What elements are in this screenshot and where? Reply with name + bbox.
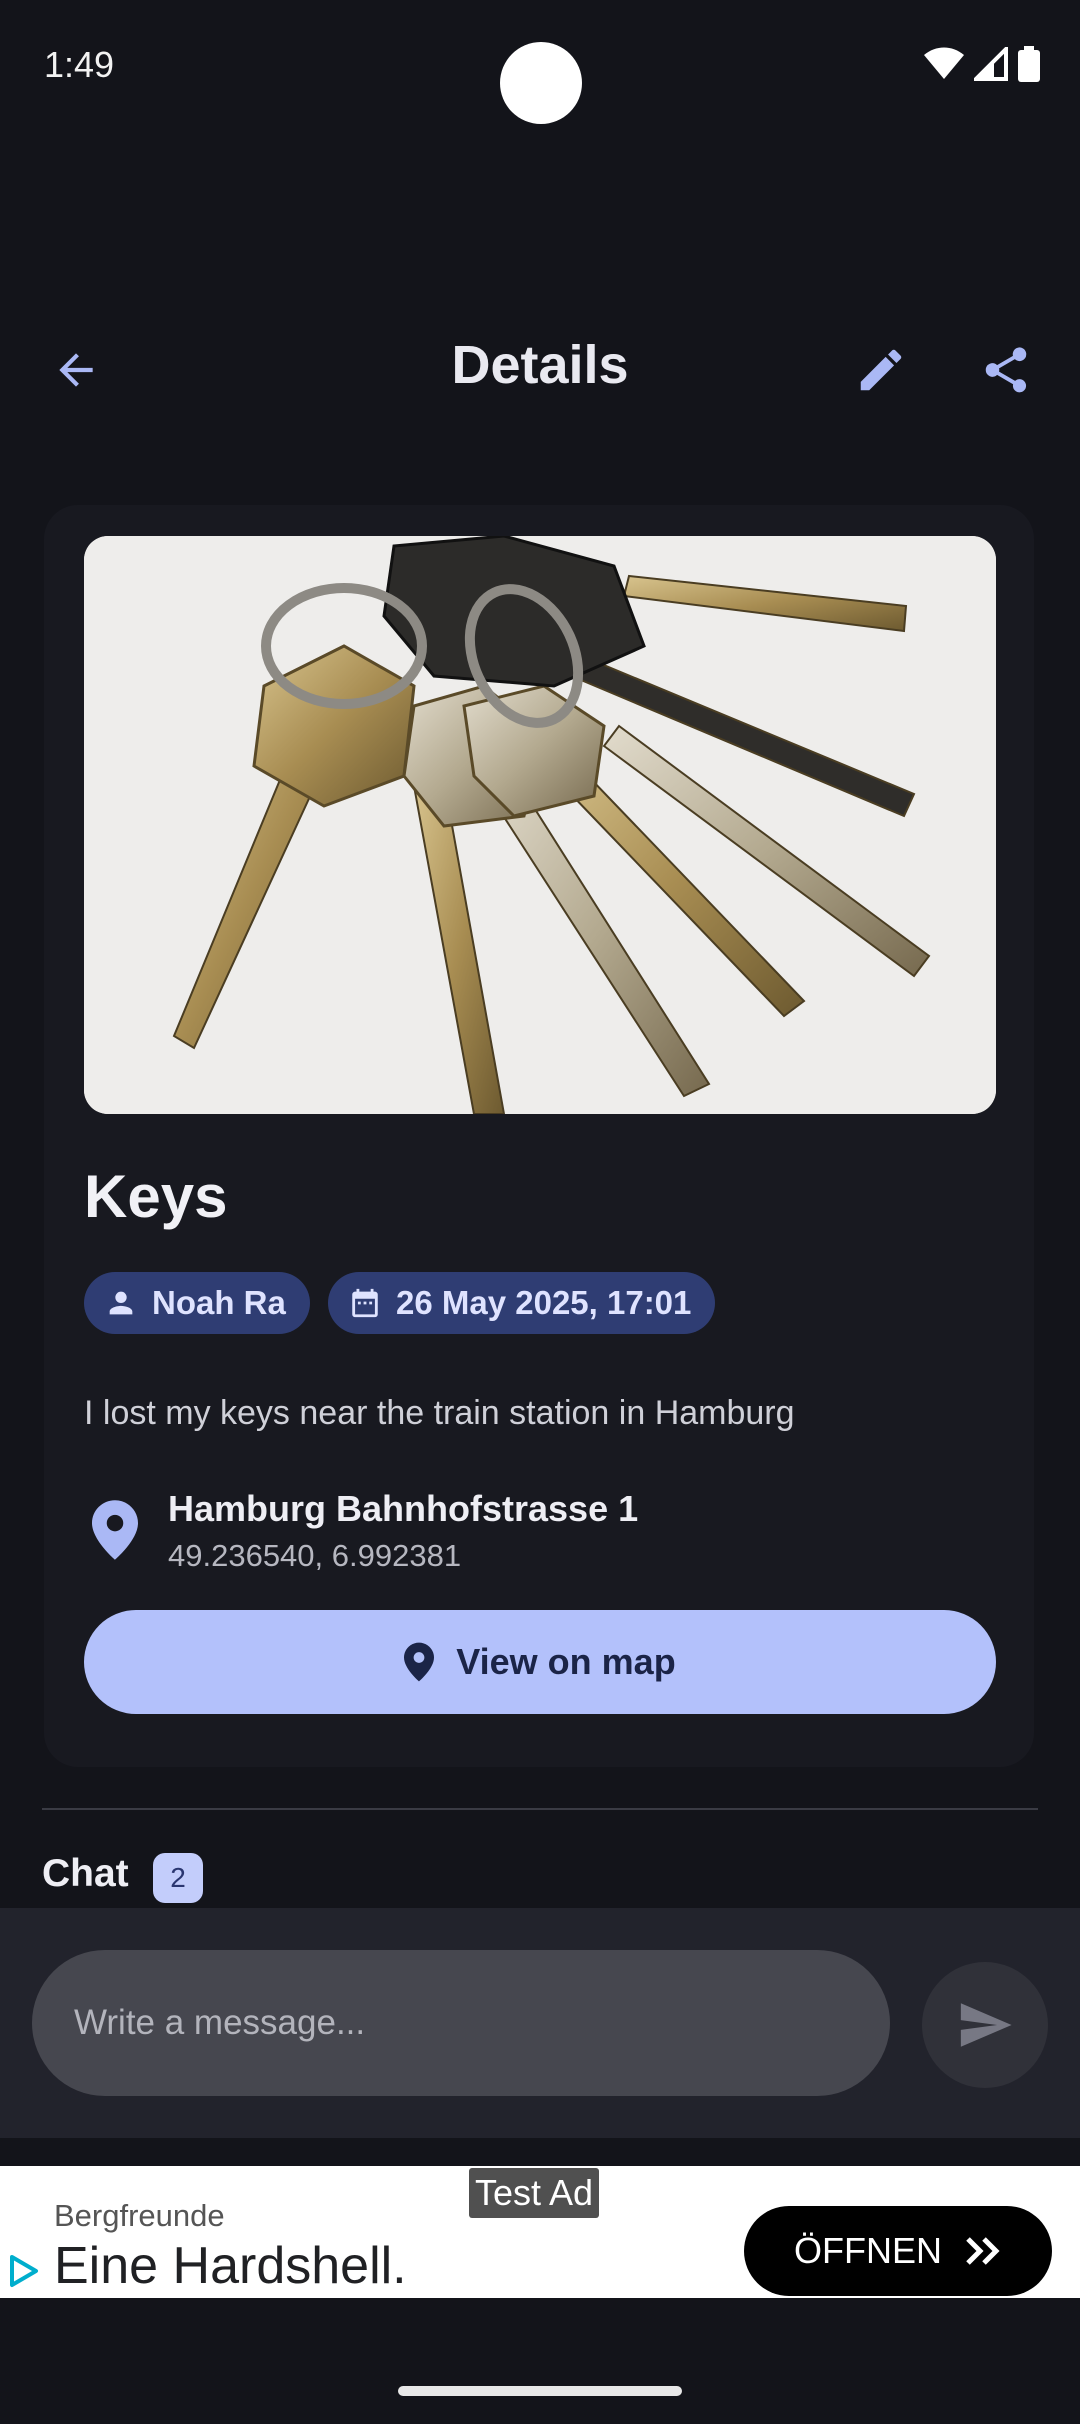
ad-open-button[interactable]: ÖFFNEN [744,2206,1052,2296]
share-icon [985,347,1027,393]
view-on-map-label: View on map [456,1641,676,1682]
send-button[interactable] [922,1962,1048,2088]
item-title: Keys [84,1163,228,1230]
edit-button[interactable] [845,334,917,406]
camera-cutout [500,42,582,124]
person-icon [109,1291,133,1315]
view-on-map-button[interactable]: View on map [84,1610,996,1714]
item-date: 26 May 2025, 17:01 [396,1284,692,1321]
ad-advertiser: Bergfreunde [54,2198,225,2233]
keys-image [84,536,996,1114]
item-photo [84,536,996,1114]
date-chip[interactable]: 26 May 2025, 17:01 [328,1272,716,1334]
ad-open-label: ÖFFNEN [794,2230,942,2271]
wifi-icon [924,47,964,79]
cellular-icon [974,47,1008,81]
home-indicator[interactable] [398,2386,682,2396]
battery-icon [1018,46,1040,82]
chat-count-badge: 2 [153,1853,203,1903]
location-name: Hamburg Bahnhofstrasse 1 [168,1488,639,1529]
author-name: Noah Ra [152,1284,286,1321]
page-title: Details [451,335,629,395]
send-icon [960,2003,1012,2047]
author-chip[interactable]: Noah Ra [84,1272,310,1334]
message-input[interactable] [32,1950,890,2096]
edit-pencil-icon [860,349,902,391]
location-pin-icon [404,1642,435,1682]
status-time: 1:49 [44,44,115,85]
location-pin-icon [92,1500,138,1560]
calendar-icon [352,1288,378,1318]
status-icons [924,46,1040,82]
double-chevron-icon [966,2237,1000,2265]
ad-play-icon[interactable] [8,2254,40,2288]
chat-heading: Chat [42,1852,129,1895]
divider [42,1808,1038,1810]
share-button[interactable] [970,334,1042,406]
location-coordinates: 49.236540, 6.992381 [168,1538,462,1573]
ad-label: Test Ad [469,2168,600,2218]
ad-headline: Eine Hardshell. [54,2237,407,2295]
item-description: I lost my keys near the train station in… [84,1394,795,1432]
